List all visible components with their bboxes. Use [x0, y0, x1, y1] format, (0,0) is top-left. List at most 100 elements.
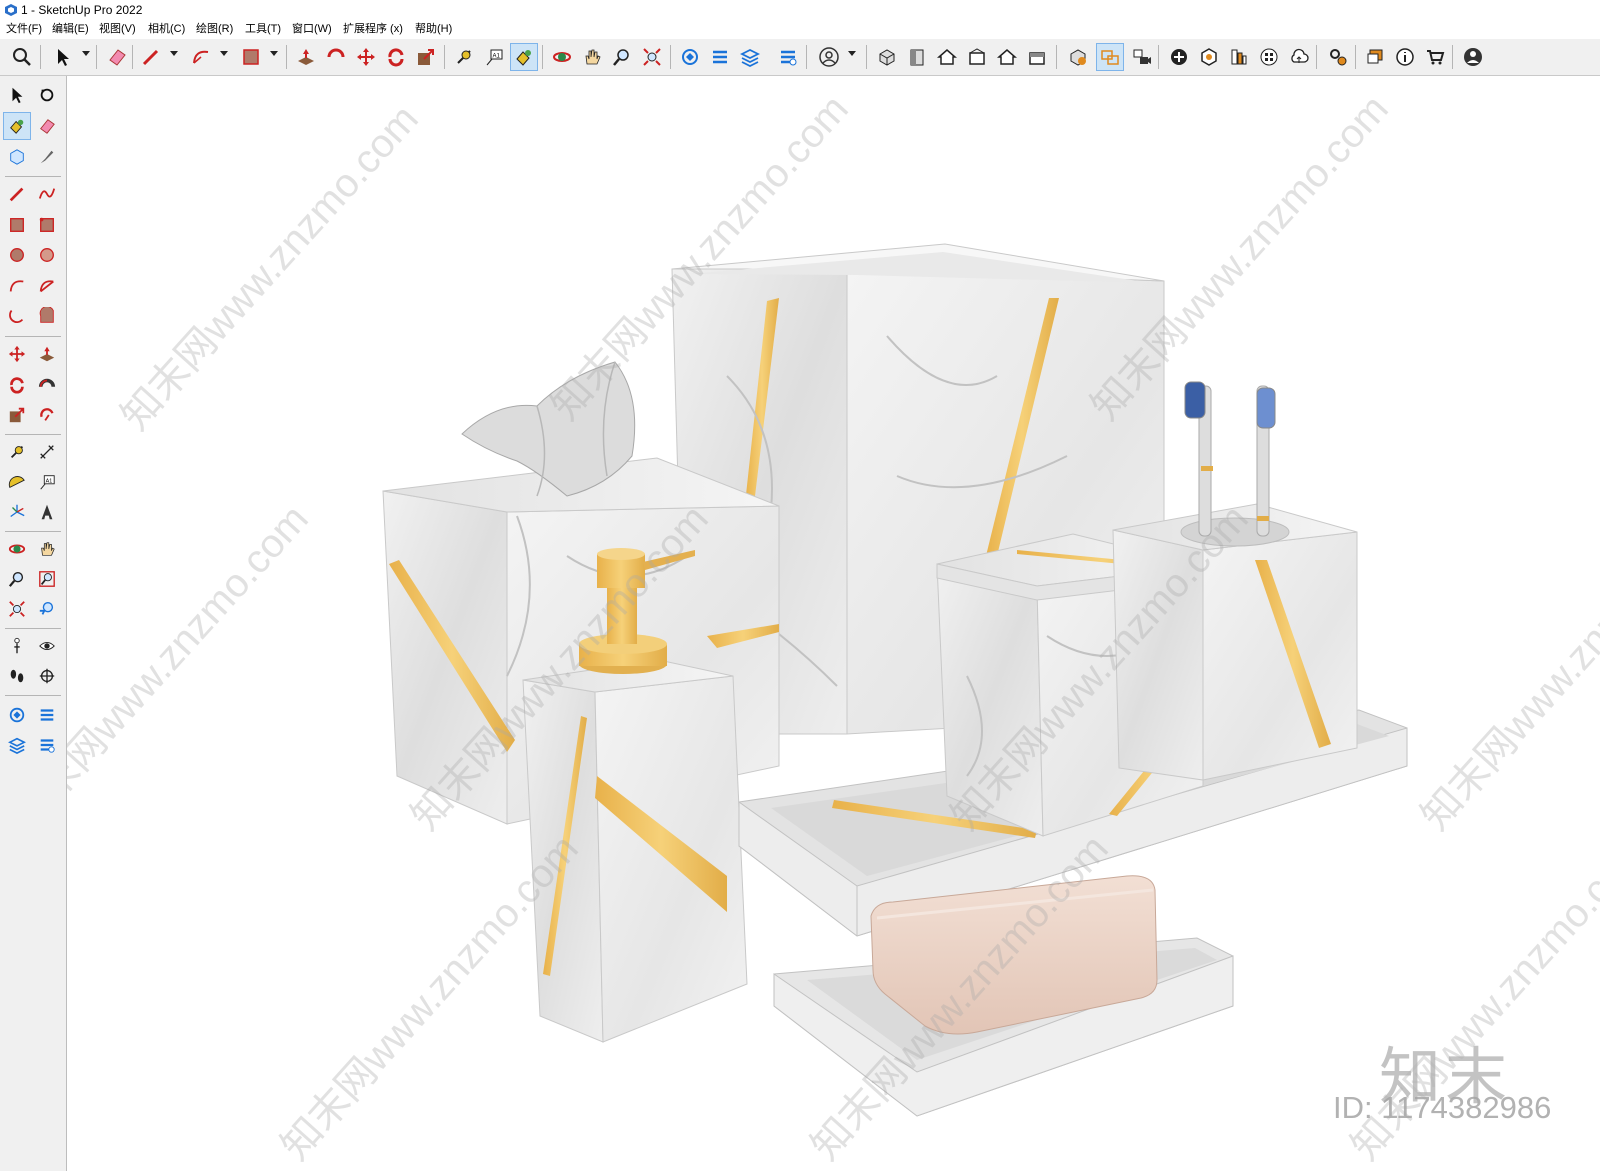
search-icon[interactable] [9, 44, 35, 70]
rotate-icon[interactable] [383, 44, 409, 70]
shadow-icon[interactable] [1256, 44, 1282, 70]
walk-icon[interactable] [4, 663, 30, 689]
back-view-icon[interactable] [994, 44, 1020, 70]
solid-icon[interactable] [1196, 44, 1222, 70]
eraser-icon[interactable] [104, 44, 130, 70]
display-section-icon[interactable] [1096, 43, 1124, 71]
image-id-label: ID: 1174382986 [1333, 1090, 1552, 1125]
text-icon[interactable]: A1 [34, 469, 60, 495]
sketchup-logo-icon [5, 4, 17, 16]
extension-manager-icon[interactable] [34, 732, 60, 758]
circle-icon[interactable] [4, 242, 30, 268]
cloud-icon[interactable] [1286, 44, 1312, 70]
text-icon[interactable]: A1 [481, 44, 507, 70]
profile-icon[interactable] [816, 44, 842, 70]
warehouse-icon[interactable] [677, 44, 703, 70]
title-bar: 1 - SketchUp Pro 2022 [0, 0, 1600, 20]
move-icon[interactable] [353, 44, 379, 70]
extension-warehouse-icon[interactable] [34, 702, 60, 728]
settings-icon[interactable] [1325, 44, 1351, 70]
front-view-icon[interactable] [934, 44, 960, 70]
menu-help[interactable]: 帮助(H) [415, 20, 452, 39]
followme-icon[interactable] [34, 372, 60, 398]
section-icon[interactable] [1065, 44, 1091, 70]
previous-view-icon[interactable] [34, 596, 60, 622]
pie-icon[interactable] [34, 273, 60, 299]
look-around-icon[interactable] [34, 633, 60, 659]
arc-icon[interactable] [4, 273, 30, 299]
offset-icon[interactable] [34, 402, 60, 428]
iso-view-icon[interactable] [874, 44, 900, 70]
menu-camera[interactable]: 相机(C) [148, 20, 185, 39]
move-icon[interactable] [4, 341, 30, 367]
zoom-extents-icon[interactable] [639, 44, 665, 70]
pan-icon[interactable] [579, 44, 605, 70]
layout-icon[interactable] [4, 732, 30, 758]
orbit2-icon[interactable] [4, 536, 30, 562]
3dtext-icon[interactable] [34, 499, 60, 525]
main-toolbar: A1 [0, 39, 1600, 76]
components-icon[interactable] [707, 44, 733, 70]
orbit-icon[interactable] [549, 44, 575, 70]
freehand-icon[interactable] [34, 181, 60, 207]
zoom-extents-icon[interactable] [4, 596, 30, 622]
tape-icon[interactable] [451, 44, 477, 70]
menu-edit[interactable]: 编辑(E) [52, 20, 89, 39]
section-plane-icon[interactable] [34, 663, 60, 689]
menu-window[interactable]: 窗口(W) [292, 20, 332, 39]
style-icon[interactable] [1226, 44, 1252, 70]
right-view-icon[interactable] [964, 44, 990, 70]
model-viewport[interactable]: 知末网www.znzmo.com 知末网www.znzmo.com 知末网www… [67, 76, 1600, 1171]
tape-icon[interactable] [4, 439, 30, 465]
menu-tools[interactable]: 工具(T) [245, 20, 281, 39]
axes-icon[interactable] [4, 499, 30, 525]
select-icon[interactable] [50, 44, 76, 70]
pushpull-icon[interactable] [34, 341, 60, 367]
pencil-icon[interactable] [138, 44, 164, 70]
orbit-icon[interactable] [34, 82, 60, 108]
menu-extensions[interactable]: 扩展程序 (x) [343, 20, 403, 39]
menu-view[interactable]: 视图(V) [99, 20, 136, 39]
warehouse-icon[interactable] [4, 702, 30, 728]
info-icon[interactable] [1392, 44, 1418, 70]
rotated-rectangle-icon[interactable] [34, 212, 60, 238]
svg-text:A1: A1 [46, 478, 53, 484]
paint-icon[interactable] [3, 112, 31, 140]
layers-icon[interactable] [737, 44, 763, 70]
pushpull-icon[interactable] [293, 44, 319, 70]
select-icon[interactable] [4, 82, 30, 108]
rectangle-icon[interactable] [238, 44, 264, 70]
message-icon[interactable] [1362, 44, 1388, 70]
polygon-icon[interactable] [34, 242, 60, 268]
menu-draw[interactable]: 绘图(R) [196, 20, 233, 39]
three-point-arc-icon[interactable] [34, 303, 60, 329]
zoom-window-icon[interactable] [34, 566, 60, 592]
two-point-arc-icon[interactable] [4, 303, 30, 329]
arc-icon[interactable] [188, 44, 214, 70]
rotate-icon[interactable] [4, 372, 30, 398]
position-camera-icon[interactable] [4, 633, 30, 659]
left-view-icon[interactable] [1024, 44, 1050, 70]
window-title: 1 - SketchUp Pro 2022 [21, 3, 143, 17]
sandbox-icon[interactable] [775, 44, 801, 70]
scale-icon[interactable] [4, 402, 30, 428]
scene-camera-icon[interactable] [1129, 44, 1155, 70]
paint-icon[interactable] [510, 43, 538, 71]
cart-icon[interactable] [1422, 44, 1448, 70]
add-icon[interactable] [1166, 44, 1192, 70]
top-view-icon[interactable] [904, 44, 930, 70]
rectangle-icon[interactable] [4, 212, 30, 238]
scale-icon[interactable] [413, 44, 439, 70]
component-icon[interactable] [4, 144, 30, 170]
tag-icon[interactable] [34, 144, 60, 170]
line-icon[interactable] [4, 181, 30, 207]
protractor-icon[interactable] [4, 469, 30, 495]
menu-file[interactable]: 文件(F) [6, 20, 42, 39]
pan-icon[interactable] [34, 536, 60, 562]
zoom-icon[interactable] [609, 44, 635, 70]
zoom-icon[interactable] [4, 566, 30, 592]
followme-icon[interactable] [323, 44, 349, 70]
eraser-icon[interactable] [34, 113, 60, 139]
dimension-icon[interactable] [34, 439, 60, 465]
user-icon[interactable] [1460, 44, 1486, 70]
